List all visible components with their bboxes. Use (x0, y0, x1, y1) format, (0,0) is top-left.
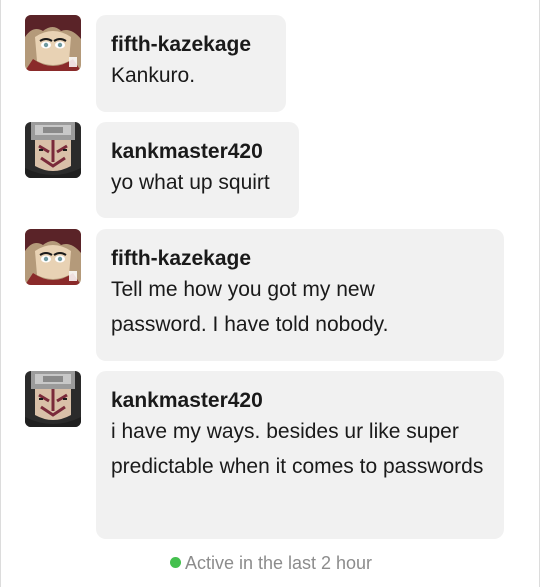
avatar[interactable] (25, 371, 81, 427)
avatar[interactable] (25, 122, 81, 178)
message-text: i have my ways. besides ur like super pr… (111, 420, 484, 478)
kankuro-avatar-icon (25, 122, 81, 178)
activity-status-text: Active in the last 2 hour (184, 553, 373, 573)
message-bubble: fifth-kazekage Tell me how you got my ne… (96, 229, 504, 361)
kankuro-avatar-icon (25, 371, 81, 427)
message-username[interactable]: kankmaster420 (111, 139, 283, 165)
message-username[interactable]: kankmaster420 (111, 388, 488, 414)
message-bubble: kankmaster420 i have my ways. besides ur… (96, 371, 504, 539)
message-text: yo what up squirt (111, 171, 270, 194)
message-bubble: kankmaster420 yo what up squirt (96, 122, 299, 218)
message-text: Kankuro. (111, 64, 196, 87)
message-username[interactable]: fifth-kazekage (111, 246, 488, 272)
online-dot-icon (169, 557, 181, 568)
avatar[interactable] (25, 229, 81, 285)
gaara-avatar-icon (25, 15, 81, 71)
activity-status: Active in the last 2 hour (1, 553, 540, 574)
chat-window: fifth-kazekage Kankuro. kankmaster420 yo… (0, 0, 540, 587)
avatar[interactable] (25, 15, 81, 71)
message-username[interactable]: fifth-kazekage (111, 32, 270, 58)
gaara-avatar-icon (25, 229, 81, 285)
message-text: Tell me how you got my new password. I h… (111, 278, 389, 336)
message-bubble: fifth-kazekage Kankuro. (96, 15, 286, 112)
